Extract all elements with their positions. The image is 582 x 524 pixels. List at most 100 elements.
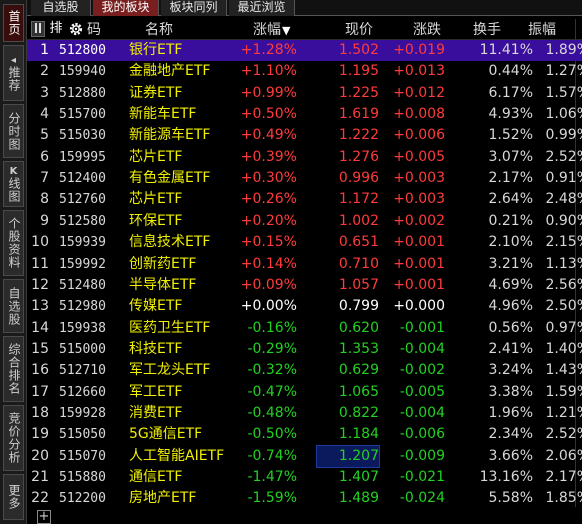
row-index: 16 — [31, 362, 49, 379]
tab-recent[interactable]: 最近浏览 — [229, 0, 295, 16]
table-row[interactable]: 20 515070 人工智能AIETF -0.74% 1.207 -0.009 3.66% 2… — [27, 444, 582, 468]
sidebar-tab-stock-info[interactable]: 个股资料 — [3, 210, 24, 276]
table-row[interactable]: 19 515050 5G通信ETF -0.50% 1.184 -0.006 2.34% 2.5… — [27, 424, 582, 445]
table-row[interactable]: 17512660军工ETF-0.47%1.065-0.0053.38%1.59% — [27, 382, 582, 403]
amplitude: 2.56% — [545, 276, 582, 293]
change-percent: +0.00% — [240, 298, 297, 315]
table-row[interactable]: 4515700新能车ETF+0.50%1.619+0.0084.93%1.06% — [27, 104, 582, 125]
row-index: 18 — [31, 404, 49, 421]
table-row[interactable]: 7 512400 有色金属ETF +0.30% 0.996 +0.003 2.17% 0.91… — [27, 168, 582, 189]
sidebar-tab-kline[interactable]: K 线图 — [3, 161, 24, 207]
amplitude: 2.48% — [545, 191, 582, 208]
change-percent: -1.47% — [247, 469, 297, 485]
sidebar-tab-label: 竞价分析 — [7, 412, 21, 464]
current-price: 0.629 — [338, 362, 379, 379]
stock-code: 515880 — [59, 470, 106, 485]
table-row[interactable]: 11 159992 创新药ETF +0.14% 0.710 +0.001 3.21% 1.13… — [27, 254, 582, 275]
current-price: 1.276 — [338, 148, 379, 165]
row-index: 9 — [40, 212, 49, 229]
amplitude: 1.57% — [545, 84, 582, 101]
amplitude: 2.52% — [545, 148, 582, 165]
sidebar-tab-label: 更多 — [7, 484, 21, 510]
price-change: -0.004 — [399, 404, 445, 421]
tab-watchlist[interactable]: 自选股 — [31, 0, 91, 16]
sidebar-tab-label: 分时图 — [7, 111, 21, 151]
col-change[interactable]: 涨跌 — [413, 21, 441, 39]
change-percent: -0.16% — [247, 319, 297, 336]
col-pct-label: 涨幅 — [253, 22, 281, 38]
table-row[interactable]: 12 512480 半导体ETF +0.09% 1.057 +0.001 4.69% 2.56… — [27, 275, 582, 296]
sidebar-tab-home[interactable]: 首页 — [3, 4, 24, 42]
amplitude: 1.06% — [545, 106, 582, 123]
col-pct[interactable]: 涨幅▼ — [253, 21, 290, 39]
table-row[interactable]: 8512760芯片ETF+0.26%1.172+0.0032.64%2.48% — [27, 189, 582, 210]
table-row[interactable]: 18159928消费ETF-0.48%0.822-0.0041.96%1.21% — [27, 403, 582, 424]
sidebar-tab-timeshare[interactable]: 分时图 — [3, 104, 24, 158]
col-amplitude[interactable]: 振幅 — [528, 21, 556, 39]
table-row[interactable]: 16 512710 军工龙头ETF -0.32% 0.629 -0.002 3.24% 1.4… — [27, 360, 582, 381]
current-price: 0.710 — [338, 255, 379, 272]
table-row[interactable]: 1512800银行ETF+1.28%1.502+0.01911.41%1.89% — [27, 40, 582, 61]
sidebar-tab-more[interactable]: 更多 — [3, 474, 24, 520]
row-index: 3 — [40, 84, 49, 101]
current-price: 1.353 — [338, 340, 379, 357]
change-percent: +0.30% — [240, 170, 297, 187]
tab-sector-peers[interactable]: 板块同列 — [161, 0, 227, 16]
table-row[interactable]: 3512880证券ETF+0.99%1.225+0.0126.17%1.57% — [27, 83, 582, 104]
table-row[interactable]: 2 159940 金融地产ETF +1.10% 1.195 +0.013 0.44% 1.27… — [27, 61, 582, 82]
amplitude: 2.06% — [545, 447, 582, 464]
change-percent: +0.20% — [240, 212, 297, 229]
tab-my-sectors[interactable]: 我的板块 — [93, 0, 159, 16]
sidebar-tab-label: 首页 — [7, 10, 21, 36]
row-index: 10 — [31, 234, 49, 251]
stock-code: 512660 — [59, 384, 106, 400]
table-row[interactable]: 10 159939 信息技术ETF +0.15% 0.651 +0.001 2.10% 2.1… — [27, 232, 582, 253]
table-row[interactable]: 14 159938 医药卫生ETF -0.16% 0.620 -0.001 0.56% 0.9… — [27, 318, 582, 339]
price-change: -0.005 — [399, 383, 445, 400]
stock-code: 159928 — [59, 405, 106, 421]
table-row[interactable]: 9512580环保ETF+0.20%1.002+0.0020.21%0.90% — [27, 211, 582, 232]
table-row[interactable]: 21 515880 通信ETF -1.47% 1.407 -0.021 13.16% 2.17… — [27, 467, 582, 488]
table-row[interactable]: 5 515030 新能源车ETF +0.49% 1.222 +0.006 1.52% 0.99… — [27, 125, 582, 146]
sidebar-tab-auction[interactable]: 竞价分析 — [3, 405, 24, 471]
current-price: 1.065 — [338, 383, 379, 400]
stock-code: 515030 — [59, 128, 106, 144]
change-percent: +0.49% — [240, 127, 297, 144]
stock-code: 515050 — [59, 427, 106, 443]
change-percent: -0.48% — [247, 404, 297, 421]
col-turnover[interactable]: 换手 — [473, 21, 501, 39]
price-change: +0.002 — [393, 212, 445, 229]
amplitude: 2.17% — [545, 469, 582, 485]
change-percent: +0.15% — [240, 234, 297, 251]
row-index: 4 — [40, 106, 49, 123]
amplitude: 2.15% — [545, 234, 582, 251]
table-row[interactable]: 6159995芯片ETF+0.39%1.276+0.0053.07%2.52% — [27, 147, 582, 168]
sidebar-tab-recommend[interactable]: ◂ 推荐 — [3, 45, 24, 101]
price-change: -0.001 — [399, 319, 445, 336]
row-index: 5 — [40, 127, 49, 144]
table-row[interactable]: 13512980传媒ETF+0.00%0.799+0.0004.96%2.50% — [27, 296, 582, 317]
row-index: 15 — [31, 340, 49, 357]
price-change: +0.006 — [393, 127, 445, 144]
sort-button[interactable]: 排 — [47, 21, 65, 37]
stock-code: 515070 — [59, 448, 106, 464]
col-price[interactable]: 现价 — [345, 21, 373, 39]
sidebar-tab-ranking[interactable]: 综合排名 — [3, 336, 24, 402]
price-change: +0.012 — [393, 84, 445, 101]
current-price: 1.195 — [338, 63, 379, 80]
table-row[interactable]: 15515000科技ETF-0.29%1.353-0.0042.41%1.40% — [27, 339, 582, 360]
current-price: 0.620 — [338, 319, 379, 336]
table-header: 排 码 名称 涨幅▼ 现价 涨跌 换手 振幅 — [27, 19, 582, 40]
stock-code: 512400 — [59, 171, 106, 187]
gear-icon[interactable] — [67, 21, 85, 37]
change-percent: +0.50% — [240, 106, 297, 123]
sidebar-tab-watchlist[interactable]: 自选股 — [3, 279, 24, 333]
row-index: 7 — [40, 170, 49, 187]
col-code[interactable]: 码 — [87, 21, 101, 39]
row-index: 11 — [31, 255, 49, 272]
col-name[interactable]: 名称 — [145, 21, 173, 39]
add-button[interactable]: + — [37, 510, 51, 524]
row-index: 17 — [31, 383, 49, 400]
column-handle-icon — [35, 23, 41, 33]
row-selector-button[interactable] — [31, 21, 45, 37]
